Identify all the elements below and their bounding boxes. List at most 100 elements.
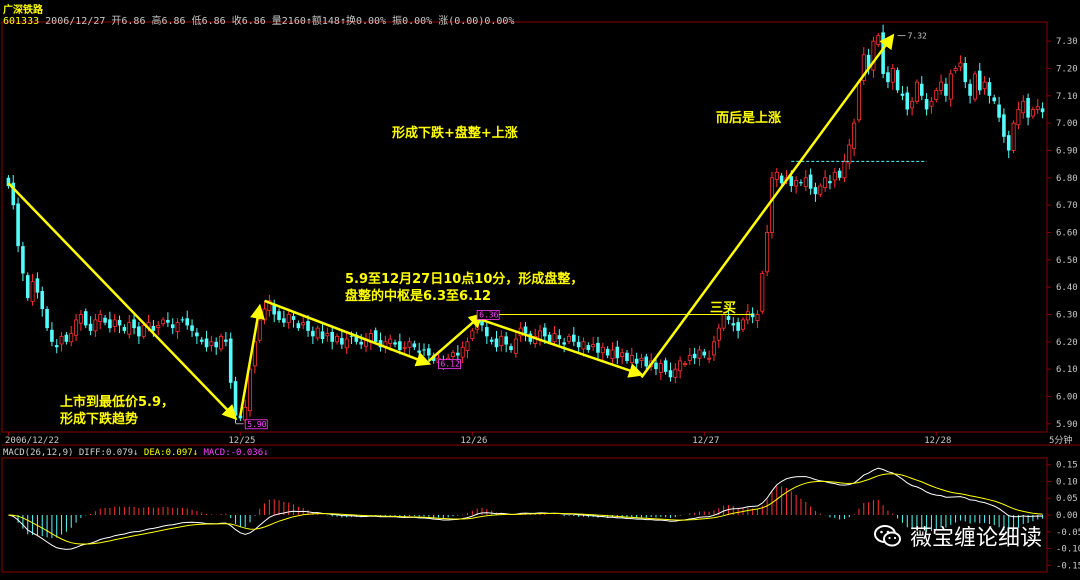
candle-body-up <box>629 355 634 363</box>
candle-body-down <box>190 325 194 331</box>
candle-body-up <box>69 333 74 343</box>
candle-body-down <box>64 334 69 342</box>
candle-body-down <box>185 318 190 326</box>
candle-body-down <box>214 341 219 348</box>
candle-body-down <box>166 319 170 323</box>
candle-body-down <box>151 325 156 331</box>
candle-body-up <box>620 352 625 357</box>
y-tick-label: 6.90 <box>1056 146 1078 156</box>
candle-body-down <box>924 99 929 110</box>
candle-body-up <box>460 346 465 358</box>
candle-body-down <box>1006 135 1011 151</box>
candle-body-up <box>876 35 881 45</box>
macd-y-tick-label: 0.15 <box>1056 461 1078 471</box>
candle-body-down <box>977 70 982 91</box>
candle-body-down <box>330 331 334 342</box>
x-tick-label: 12/26 <box>460 436 487 446</box>
candle-body-up <box>600 346 605 354</box>
candle-body-up <box>451 352 456 357</box>
candle-body-down <box>117 319 122 326</box>
candle-body-up <box>972 73 977 100</box>
y-tick-label: 6.10 <box>1056 365 1078 375</box>
candle-body-up <box>209 341 214 347</box>
candle-body-up <box>910 100 915 109</box>
candle-body-down <box>692 353 697 359</box>
candle-body-up <box>871 40 876 71</box>
candle-body-up <box>939 81 944 91</box>
candle-body-up <box>161 319 166 325</box>
candle-body-down <box>393 342 397 345</box>
candle-body-up <box>93 319 98 332</box>
candle-body-down <box>789 176 794 186</box>
y-tick-label: 6.80 <box>1056 174 1078 184</box>
candle-body-down <box>654 362 658 370</box>
x-tick-label: 12/27 <box>692 436 719 446</box>
candle-body-up <box>513 338 518 354</box>
macd-dea: DEA:0.097↓ <box>143 448 199 458</box>
candle-body-down <box>944 83 948 96</box>
candle-body-up <box>388 338 393 344</box>
candle-body-down <box>320 331 325 340</box>
candle-body-up <box>745 311 750 321</box>
candle-body-up <box>344 338 349 349</box>
candle-body-up <box>78 314 83 324</box>
candle-body-down <box>340 337 344 345</box>
candle-body-up <box>639 357 644 361</box>
candle-body-up <box>1011 122 1016 151</box>
candle-body-down <box>122 327 127 331</box>
candle-body-up <box>1035 106 1040 110</box>
quote-details: 2006/12/27 开6.86 高6.86 低6.86 收6.86 量2160… <box>45 16 515 27</box>
candle-body-up <box>716 327 721 341</box>
candle-body-up <box>98 314 103 322</box>
candle-body-down <box>45 309 49 329</box>
candle-body-up <box>711 341 716 356</box>
period-label: 5分钟 <box>1049 434 1072 446</box>
candle-body-down <box>21 246 25 274</box>
x-tick-label: 12/28 <box>924 436 951 446</box>
candle-body-down <box>238 415 243 419</box>
candle-body-up <box>774 171 779 180</box>
annotation-third-buy: 三买 <box>710 301 737 316</box>
candle-body-down <box>199 339 204 342</box>
candle-body-down <box>605 348 610 356</box>
candle-body-down <box>779 175 784 184</box>
candle-body-up <box>678 360 683 372</box>
y-tick-label: 6.70 <box>1056 201 1078 211</box>
candle-body-down <box>731 323 736 326</box>
candle-body-down <box>277 311 281 320</box>
candle-body-down <box>1026 97 1030 118</box>
candle-body-up <box>112 319 117 327</box>
candle-body-down <box>132 319 136 329</box>
candle-body-down <box>813 187 818 195</box>
candle-body-down <box>828 181 832 184</box>
candle-body-up <box>566 335 571 342</box>
candle-body-down <box>523 326 528 334</box>
candle-body-up <box>59 335 64 345</box>
candle-body-down <box>557 335 562 340</box>
candle-body-up <box>156 324 161 328</box>
macd-y-tick-label: 0.10 <box>1056 477 1078 487</box>
candle-body-down <box>736 322 740 331</box>
candle-body-down <box>1002 114 1006 137</box>
candle-body-down <box>900 93 905 96</box>
candle-body-down <box>625 352 629 361</box>
candle-body-down <box>586 345 591 350</box>
candle-body-up <box>832 171 837 181</box>
candle-body-down <box>1040 108 1045 113</box>
candle-body-up <box>914 81 919 102</box>
candle-body-up <box>769 177 774 233</box>
candle-body-down <box>412 343 417 348</box>
candle-body-down <box>615 346 620 359</box>
macd-header: MACD(26,12,9) DIFF:0.079↓ DEA:0.097↓ MAC… <box>3 448 269 458</box>
candle-body-up <box>175 322 180 332</box>
candle-body-up <box>127 322 132 335</box>
candle-body-down <box>668 370 673 378</box>
candle-body-down <box>195 332 199 337</box>
candle-body-down <box>919 83 924 96</box>
annotation-downtrend: 上市到最低价5.9， 形成下跌趋势 <box>60 394 174 428</box>
watermark: 薇宝缠论细读 <box>873 520 1042 552</box>
candle-body-down <box>180 319 185 321</box>
candle-body-up <box>760 273 765 312</box>
candle-body-up <box>890 68 895 83</box>
stock-code: 601333 <box>3 16 40 27</box>
